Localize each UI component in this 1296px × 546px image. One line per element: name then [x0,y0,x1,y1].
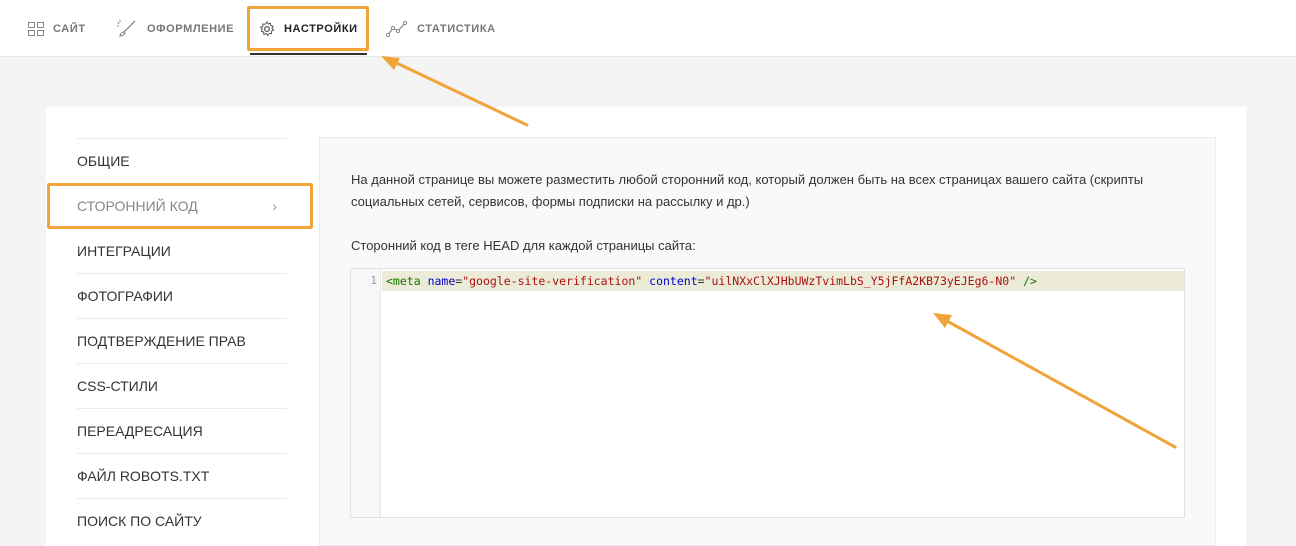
code-token-value: "google-site-verification" [462,274,643,288]
sidebar-item-label: ОБЩИЕ [77,153,130,169]
sidebar-item-label: ПЕРЕАДРЕСАЦИЯ [77,423,203,439]
sidebar-item-label: ПОИСК ПО САЙТУ [77,513,202,529]
top-navigation: САЙТ ОФОРМЛЕНИЕ НАСТРОЙКИ СТАТИСТИКА [0,0,1296,57]
sidebar-item-photos[interactable]: ФОТОГРАФИИ [77,273,287,318]
line-number: 1 [370,274,377,287]
code-line[interactable]: <meta name = "google-site-verification" co… [382,271,1184,291]
sidebar-item-integrations[interactable]: ИНТЕГРАЦИИ [77,228,287,273]
page-description: На данной странице вы можете разместить … [351,172,1144,209]
sidebar-item-third-party-code[interactable]: СТОРОННИЙ КОД › [77,183,287,228]
brush-icon [117,19,136,37]
chevron-right-icon: › [272,198,277,214]
head-code-editor[interactable]: 1 <meta name = "google-site-verification" … [350,268,1185,518]
sidebar-item-label: ФОТОГРАФИИ [77,288,173,304]
code-token-attr: name [427,274,456,288]
sidebar-item-robots-txt[interactable]: ФАЙЛ ROBOTS.TXT [77,453,287,498]
head-code-label: Сторонний код в теге HEAD для каждой стр… [351,238,696,253]
sidebar-item-label: ИНТЕГРАЦИИ [77,243,171,259]
sidebar-item-site-search[interactable]: ПОИСК ПО САЙТУ [77,498,287,543]
code-token-value: "uilNXxClXJHbUWzTvimLbS_Y5jFfA2KB73yEJEg… [704,274,1017,288]
nav-tab-settings[interactable]: НАСТРОЙКИ [259,0,358,57]
grid-icon [28,21,44,36]
chart-line-icon [386,20,408,37]
sidebar-item-label: ФАЙЛ ROBOTS.TXT [77,468,210,484]
editor-gutter: 1 [351,269,381,517]
nav-tab-statistics[interactable]: СТАТИСТИКА [386,0,496,57]
nav-tab-label: ОФОРМЛЕНИЕ [147,22,235,35]
sidebar-item-label: CSS-СТИЛИ [77,378,158,394]
code-token-eq: = [697,274,705,288]
nav-tab-design[interactable]: ОФОРМЛЕНИЕ [116,0,234,57]
code-token-attr: content [649,274,698,288]
nav-tab-label: САЙТ [53,22,86,35]
code-token-tag-close: /> [1023,274,1037,288]
nav-tab-label: НАСТРОЙКИ [284,22,358,35]
sidebar-item-ownership-verification[interactable]: ПОДТВЕРЖДЕНИЕ ПРАВ [77,318,287,363]
code-token-tag-open: <meta [386,274,421,288]
gear-icon [259,20,275,36]
sidebar-item-label: ПОДТВЕРЖДЕНИЕ ПРАВ [77,333,246,349]
sidebar-item-label: СТОРОННИЙ КОД [77,198,198,214]
nav-tab-site[interactable]: САЙТ [28,0,86,57]
sidebar-item-general[interactable]: ОБЩИЕ [77,138,287,183]
active-tab-underline [250,53,367,55]
sidebar-item-redirects[interactable]: ПЕРЕАДРЕСАЦИЯ [77,408,287,453]
sidebar-item-css-styles[interactable]: CSS-СТИЛИ [77,363,287,408]
nav-tab-label: СТАТИСТИКА [417,22,496,35]
